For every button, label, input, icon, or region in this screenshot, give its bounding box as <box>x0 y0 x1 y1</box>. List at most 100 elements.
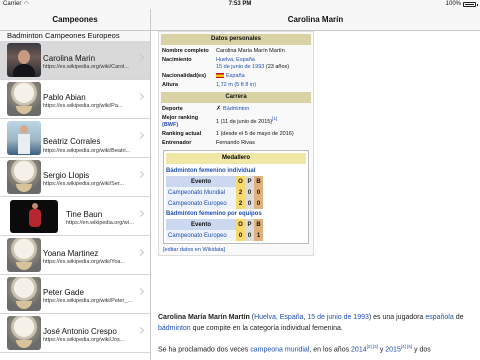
event-header: Evento <box>166 176 236 187</box>
birthplace-link[interactable]: Huelva, España <box>216 57 255 63</box>
item-name: Sergio Llopis <box>43 171 90 180</box>
bronze-header: B <box>254 176 263 187</box>
infobox-value: Huelva, España 15 de junio de 1993 (23 a… <box>216 57 310 71</box>
item-url: https://es.wikipedia.org/wiki/Carol... <box>43 64 129 70</box>
battery-percent: 100% <box>445 1 461 7</box>
item-url: https://es.wikipedia.org/wiki/Yoa... <box>43 259 126 265</box>
infobox-value: 1 (desde el 5 de mayo de 2016) <box>216 131 294 137</box>
item-name: Peter Gade <box>43 288 84 297</box>
list-item[interactable]: Peter Gade https://es.wikipedia.org/wiki… <box>0 275 150 314</box>
item-name: Beatriz Corrales <box>43 137 101 146</box>
text: Se ha proclamado dos veces <box>158 346 251 354</box>
medal-grid: Evento O P B Campeonato Mundial 2 0 0 Ca… <box>166 176 263 209</box>
birthdate-link[interactable]: 15 de junio de 1993 <box>216 64 264 70</box>
medal-row: Campeonato Europeo 0 0 1 <box>166 230 263 241</box>
detail-nav-title: Carolina Marín <box>151 9 480 31</box>
gold-count: 2 <box>236 187 245 198</box>
paragraph: Se ha proclamado dos veces campeona mund… <box>158 341 473 355</box>
bwf-link[interactable]: (BWF) <box>162 122 178 128</box>
infobox-value: ✗ Bádminton <box>216 106 310 113</box>
infobox-value: Fernando Rivas <box>216 140 255 146</box>
event-header: Evento <box>166 219 236 230</box>
shuttlecock-icon <box>7 82 41 116</box>
infobox-key: Ranking actual <box>162 131 202 137</box>
bronze-count: 0 <box>254 187 263 198</box>
item-url: https://es.wikipedia.org/wiki/Peter_G... <box>43 298 135 304</box>
list-item[interactable]: Sergio Llopis https://es.wikipedia.org/w… <box>0 158 150 197</box>
article-link[interactable]: 2014 <box>351 346 367 353</box>
event-link[interactable]: Campeonato Mundial <box>166 187 236 198</box>
infobox-key: Entrenador <box>162 140 192 146</box>
photo-icon <box>7 43 41 77</box>
article-webview[interactable]: Datos personales Nombre completo Carolin… <box>151 31 480 360</box>
item-url: https://es.wikipedia.org/wiki/Ser... <box>43 181 125 187</box>
item-name: José Antonio Crespo <box>43 327 117 336</box>
chevron-right-icon <box>136 209 145 218</box>
chevron-right-icon <box>136 248 145 257</box>
infobox-row: Nacimiento Huelva, España 15 de junio de… <box>159 56 313 72</box>
citation-link[interactable]: [4] [5] <box>401 344 412 349</box>
article-link[interactable]: española <box>425 314 453 321</box>
bronze-count: 0 <box>254 198 263 209</box>
infobox-header: Carrera <box>161 92 311 103</box>
list-item[interactable]: Carolina Marin https://es.wikipedia.org/… <box>0 41 150 80</box>
medal-header-row: Evento O P B <box>166 219 263 230</box>
text: de <box>453 314 464 321</box>
infobox: Datos personales Nombre completo Carolin… <box>158 31 314 256</box>
edit-wikidata-link[interactable]: [editar datos en Wikidata] <box>159 244 313 253</box>
article-link[interactable]: campeona mundial <box>250 346 309 353</box>
gold-count: 2 <box>236 198 245 209</box>
citation-link[interactable]: [1] <box>272 116 277 121</box>
silver-header: P <box>245 219 254 230</box>
article-link[interactable]: 15 de junio de 1993 <box>307 314 369 321</box>
gold-header: O <box>236 219 245 230</box>
item-url: https://es.wikipedia.org/wiki/Jos... <box>43 337 125 343</box>
spain-flag-icon <box>216 73 224 78</box>
event-link[interactable]: Campeonato Europeo <box>166 230 236 241</box>
infobox-row: Altura 1,72 m (5 ft 8 in) <box>159 81 313 90</box>
nationality-link[interactable]: España <box>226 73 245 79</box>
bronze-header: B <box>254 219 263 230</box>
gold-header: O <box>236 176 245 187</box>
chevron-right-icon <box>136 131 145 140</box>
champions-list[interactable]: Badminton Campeones Europeos Carolina Ma… <box>0 31 150 360</box>
list-item[interactable]: Yoana Martinez https://es.wikipedia.org/… <box>0 236 150 275</box>
citation-link[interactable]: [2] [3] <box>367 344 378 349</box>
item-name: Yoana Martinez <box>43 249 99 258</box>
medal-table: Medallero Bádminton femenino individual … <box>163 150 309 244</box>
sport-link[interactable]: Bádminton <box>223 106 249 112</box>
infobox-key: Nacionalidad(es) <box>162 73 207 79</box>
badminton-icon: ✗ <box>216 106 222 112</box>
article-link[interactable]: 2015 <box>385 346 401 353</box>
shuttlecock-icon <box>7 160 41 194</box>
chevron-right-icon <box>136 326 145 335</box>
article-body: Carolina María Marín Martín (Huelva, Esp… <box>158 312 473 360</box>
infobox-row: Nacionalidad(es) España <box>159 72 313 81</box>
article-link[interactable]: Huelva, España <box>254 314 303 321</box>
list-item[interactable]: Beatriz Corrales https://es.wikipedia.or… <box>0 119 150 158</box>
infobox-key: Nacimiento <box>162 57 192 63</box>
medal-subheader-link[interactable]: Bádminton femenino individual <box>164 166 308 176</box>
silver-count: 0 <box>245 198 254 209</box>
list-item[interactable]: Tine Baun https://en.wikipedia.org/wiki/… <box>0 197 150 236</box>
chevron-right-icon <box>136 287 145 296</box>
text: que compite en la categoría individual f… <box>190 325 343 332</box>
list-item[interactable]: Pablo Abian https://es.wikipedia.org/wik… <box>0 80 150 119</box>
silver-count: 0 <box>245 187 254 198</box>
height-link[interactable]: 1,72 m (5 ft 8 in) <box>216 82 310 89</box>
shuttlecock-icon <box>7 238 41 272</box>
text: ) es una jugadora <box>368 314 426 321</box>
infobox-value: España <box>216 73 310 80</box>
list-item[interactable]: José Antonio Crespo https://es.wikipedia… <box>0 314 150 353</box>
infobox-key: Mejor ranking (BWF) <box>162 115 216 129</box>
medal-subheader-link[interactable]: Bádminton femenino por equipos <box>164 209 308 219</box>
event-link[interactable]: Campeonato Europeo <box>166 198 236 209</box>
infobox-row: Nombre completo Carolina María Marín Mar… <box>159 47 313 56</box>
status-bar: Carrier ◠ 7:53 PM 100% <box>0 0 480 9</box>
medal-header-row: Evento O P B <box>166 176 263 187</box>
age-text: (23 años) <box>264 64 290 70</box>
paragraph: Carolina María Marín Martín (Huelva, Esp… <box>158 312 473 334</box>
infobox-header: Datos personales <box>161 34 311 45</box>
article-link[interactable]: bádminton <box>158 325 191 332</box>
medal-grid: Evento O P B Campeonato Europeo 0 0 1 <box>166 219 263 241</box>
